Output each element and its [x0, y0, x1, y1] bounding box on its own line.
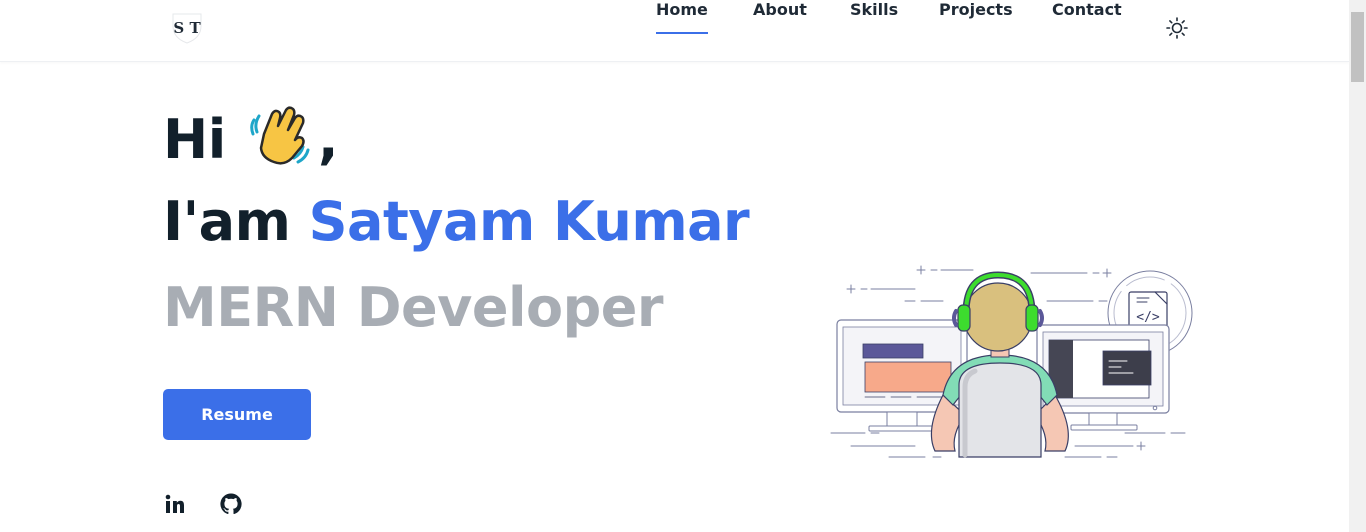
nav-projects[interactable]: Projects — [939, 0, 1013, 19]
nav-skills[interactable]: Skills — [850, 0, 898, 19]
greeting-text: Hi — [163, 108, 226, 171]
sun-icon[interactable] — [1165, 16, 1189, 40]
greeting-comma: , — [318, 108, 339, 171]
svg-text:S T: S T — [173, 19, 201, 37]
nav-about[interactable]: About — [753, 0, 807, 19]
developer-illustration: </> — [825, 255, 1200, 465]
hero-role: MERN Developer — [163, 276, 664, 339]
resume-button[interactable]: Resume — [163, 389, 311, 440]
linkedin-icon[interactable] — [163, 492, 187, 516]
top-navigation-bar: S T Home About Skills Projects Contact — [0, 0, 1349, 62]
waving-hand-icon — [248, 104, 314, 166]
hero-name: Satyam Kumar — [308, 190, 750, 253]
nav-home[interactable]: Home — [656, 0, 708, 34]
site-logo[interactable]: S T — [170, 12, 204, 44]
nav-contact[interactable]: Contact — [1052, 0, 1122, 19]
hero-intro: I'am Satyam Kumar — [163, 190, 750, 253]
intro-prefix: I'am — [163, 190, 291, 253]
hero-greeting: Hi , — [163, 104, 339, 171]
svg-text:</>: </> — [1136, 310, 1160, 325]
page-scrollbar[interactable] — [1349, 0, 1366, 532]
github-icon[interactable] — [219, 492, 243, 516]
scrollbar-thumb[interactable] — [1351, 12, 1364, 82]
